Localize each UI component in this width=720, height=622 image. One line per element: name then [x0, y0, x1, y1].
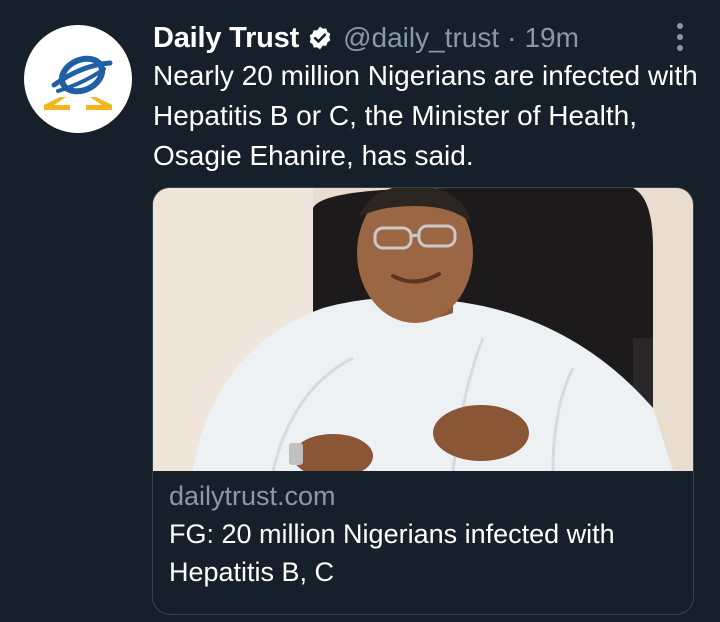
- card-title: FG: 20 million Nigerians infected with H…: [169, 519, 615, 587]
- link-card[interactable]: dailytrust.com FG: 20 million Nigerians …: [152, 187, 694, 615]
- tweet[interactable]: Daily Trust @daily_trust · 19m Nearly 20…: [0, 0, 720, 622]
- card-image[interactable]: [153, 188, 693, 471]
- tweet-header: Daily Trust @daily_trust · 19m: [153, 18, 579, 58]
- separator-dot: ·: [507, 22, 517, 53]
- tweet-timestamp[interactable]: 19m: [524, 22, 578, 54]
- card-body: dailytrust.com FG: 20 million Nigerians …: [153, 471, 693, 591]
- tweet-text: Nearly 20 million Nigerians are infected…: [153, 60, 698, 171]
- verified-badge-icon: [307, 25, 333, 51]
- card-domain: dailytrust.com: [169, 481, 336, 511]
- daily-trust-logo-icon: [44, 55, 113, 110]
- author-handle[interactable]: @daily_trust: [343, 22, 499, 54]
- author-name[interactable]: Daily Trust: [153, 22, 299, 55]
- author-avatar[interactable]: [24, 25, 132, 133]
- more-options-icon[interactable]: [670, 20, 690, 54]
